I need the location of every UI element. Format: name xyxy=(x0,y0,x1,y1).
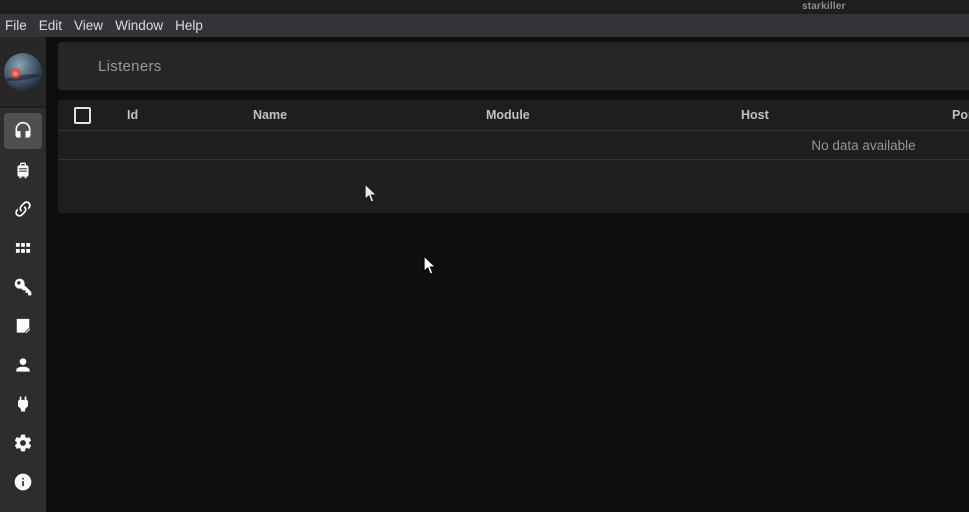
logo-section xyxy=(0,37,46,108)
sidebar-item-headset[interactable] xyxy=(4,113,42,149)
menu-edit[interactable]: Edit xyxy=(33,16,68,35)
select-all-checkbox[interactable] xyxy=(74,107,91,124)
page-toolbar: Listeners xyxy=(58,42,969,90)
info-icon xyxy=(13,472,33,492)
table-empty-row: No data available xyxy=(58,131,969,160)
starkiller-logo-icon xyxy=(4,53,42,91)
note-icon xyxy=(13,316,33,336)
window-title: starkiller xyxy=(802,1,846,12)
column-header-port[interactable]: Port xyxy=(952,100,969,131)
menu-bar: File Edit View Window Help xyxy=(0,14,969,37)
menu-file[interactable]: File xyxy=(1,16,33,35)
sidebar-item-key[interactable] xyxy=(4,269,42,305)
main-content: Listeners Id Name Module Host Port No da… xyxy=(46,37,969,512)
menu-help[interactable]: Help xyxy=(169,16,209,35)
mouse-cursor-icon xyxy=(422,255,439,277)
sidebar-item-grid[interactable] xyxy=(4,230,42,266)
sidebar-item-plug[interactable] xyxy=(4,386,42,422)
sidebar-nav xyxy=(0,110,46,500)
window-titlebar: starkiller xyxy=(0,0,969,14)
menu-window[interactable]: Window xyxy=(109,16,169,35)
column-header-module[interactable]: Module xyxy=(486,100,530,131)
sidebar-item-gear[interactable] xyxy=(4,425,42,461)
sidebar-item-note[interactable] xyxy=(4,308,42,344)
table-footer xyxy=(58,160,969,211)
page-title: Listeners xyxy=(98,58,162,75)
column-header-name[interactable]: Name xyxy=(253,100,287,131)
sidebar xyxy=(0,37,46,512)
gear-icon xyxy=(13,433,33,453)
sidebar-item-person[interactable] xyxy=(4,347,42,383)
column-header-host[interactable]: Host xyxy=(741,100,769,131)
link-icon xyxy=(13,199,33,219)
column-header-id[interactable]: Id xyxy=(127,100,138,131)
menu-view[interactable]: View xyxy=(68,16,109,35)
sidebar-item-link[interactable] xyxy=(4,191,42,227)
sidebar-item-suitcase[interactable] xyxy=(4,152,42,188)
headset-icon xyxy=(13,121,33,141)
plug-icon xyxy=(13,394,33,414)
key-icon xyxy=(13,277,33,297)
listeners-table: Id Name Module Host Port No data availab… xyxy=(58,100,969,213)
grid-icon xyxy=(13,238,33,258)
empty-message: No data available xyxy=(811,138,915,153)
suitcase-icon xyxy=(13,160,33,180)
table-header-row: Id Name Module Host Port xyxy=(58,100,969,131)
person-icon xyxy=(13,355,33,375)
sidebar-item-info[interactable] xyxy=(4,464,42,500)
